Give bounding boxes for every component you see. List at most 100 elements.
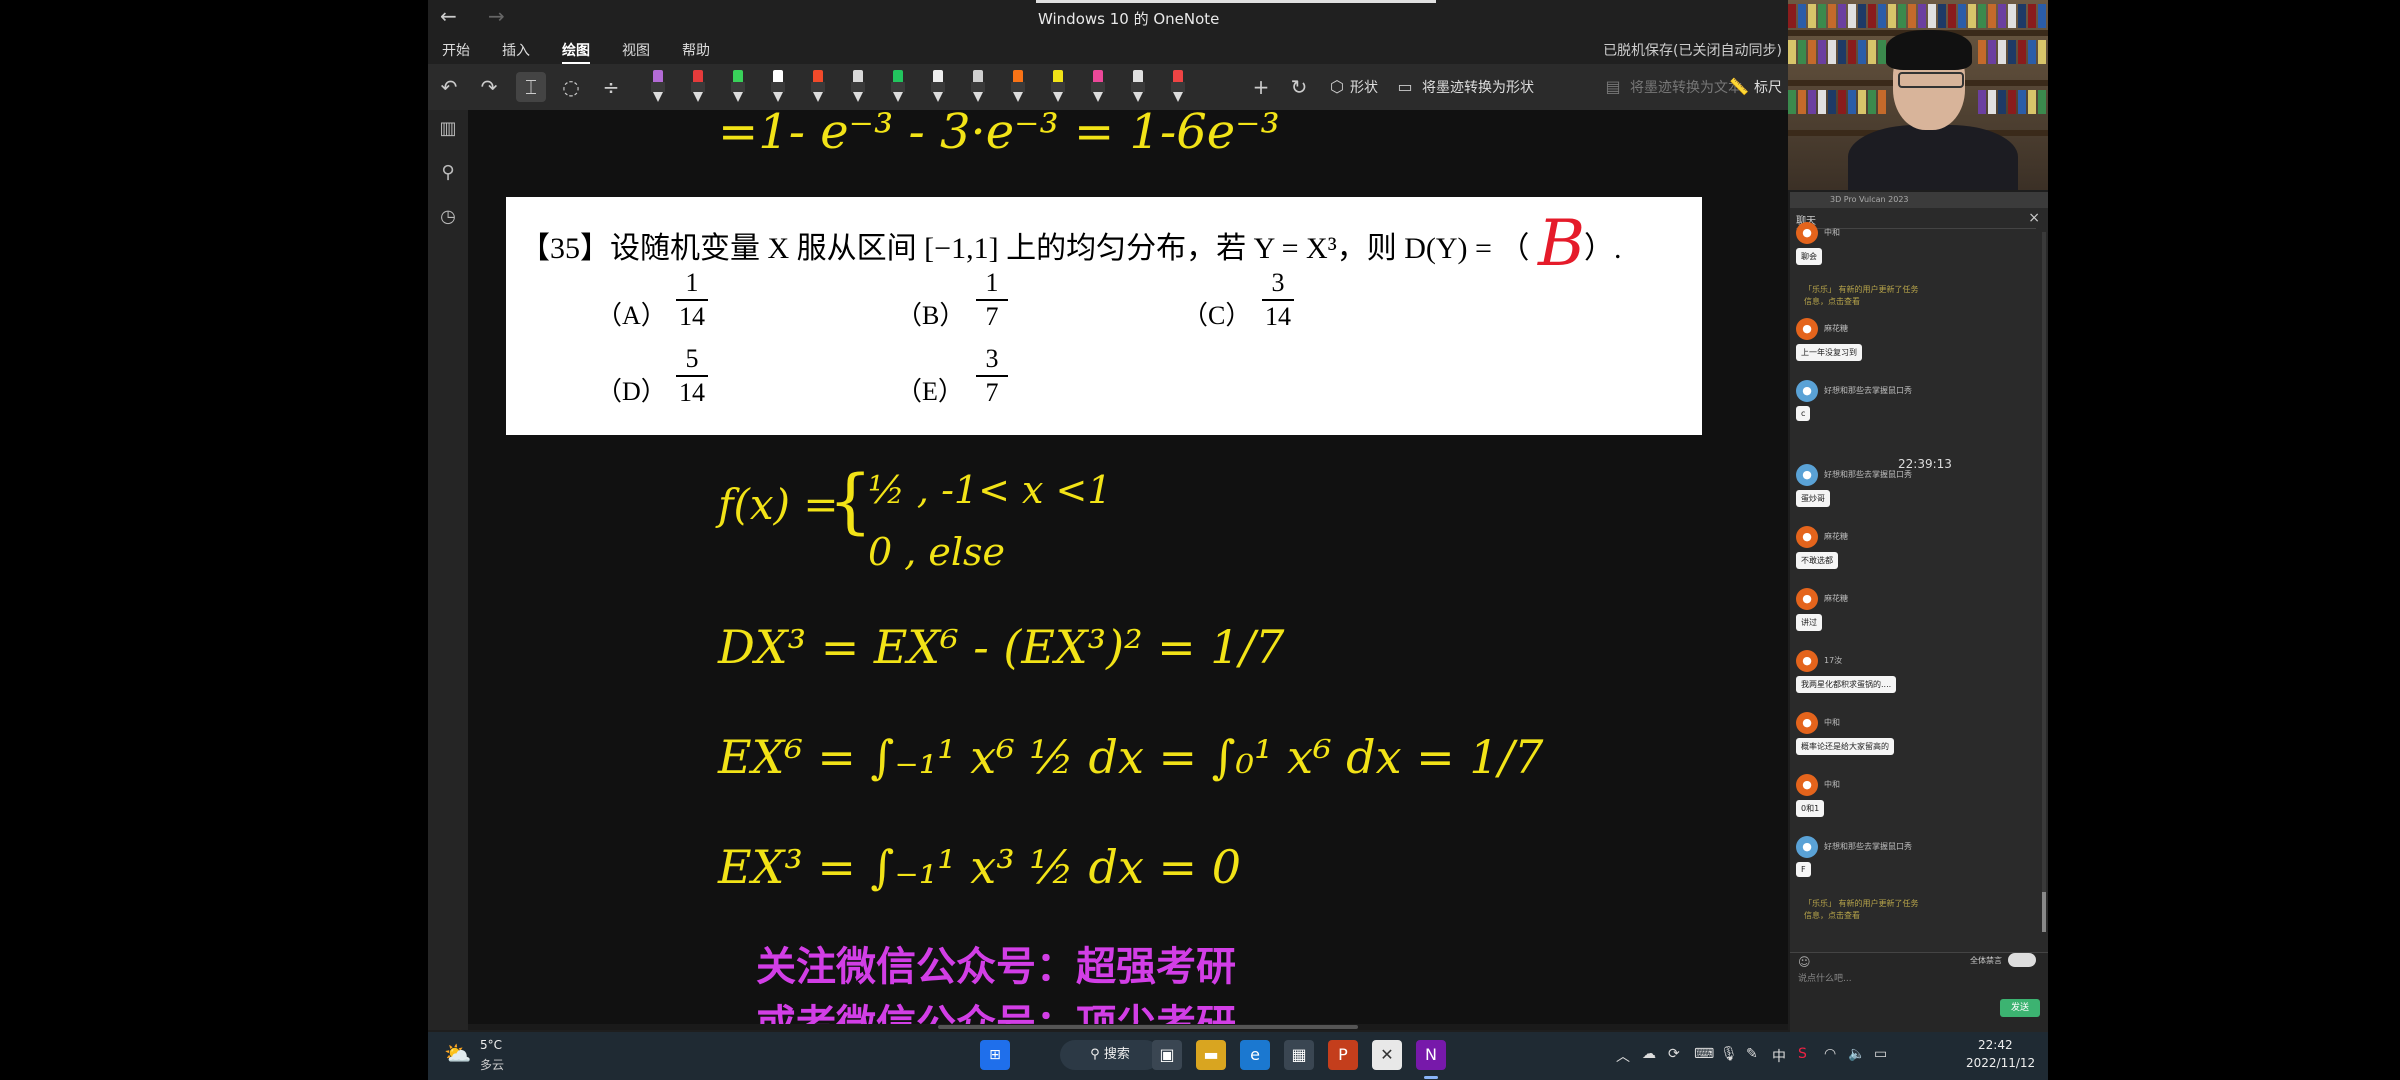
edge-icon[interactable]: e <box>1240 1040 1270 1070</box>
handwritten-ex3-line: EX³ = ∫₋₁¹ x³ ½ dx = 0 <box>718 840 1241 894</box>
pen-14[interactable] <box>1170 70 1186 104</box>
shapes-button[interactable]: 形状 <box>1350 77 1378 97</box>
lasso-select-icon[interactable]: ◌ <box>556 72 586 102</box>
chat-username[interactable]: 中和 <box>1824 779 1840 790</box>
scrollbar-thumb[interactable] <box>938 1025 1358 1029</box>
pen-7[interactable] <box>890 70 906 104</box>
taskbar-search[interactable]: ⚲ 搜索 <box>1060 1040 1160 1070</box>
chat-username[interactable]: 麻花糖 <box>1824 531 1848 542</box>
chat-bubble: 0和1 <box>1796 800 1825 817</box>
avatar[interactable]: ● <box>1796 222 1818 244</box>
pen-1[interactable] <box>650 70 666 104</box>
start-icon[interactable]: ⊞ <box>980 1040 1010 1070</box>
add-pen-icon[interactable]: + <box>1246 72 1276 102</box>
pen-9[interactable] <box>970 70 986 104</box>
avatar[interactable]: ● <box>1796 588 1818 610</box>
pen-13[interactable] <box>1130 70 1146 104</box>
system-notice-link[interactable]: 信息，点击查看 <box>1804 910 1860 921</box>
ink-to-text-icon[interactable]: ▤ <box>1598 72 1628 102</box>
chat-username[interactable]: 中和 <box>1824 717 1840 728</box>
pen-11[interactable] <box>1050 70 1066 104</box>
tab-insert[interactable]: 插入 <box>502 40 530 60</box>
shapes-icon[interactable]: ⬡ <box>1322 72 1352 102</box>
pen-8[interactable] <box>930 70 946 104</box>
sync-icon[interactable]: ⟳ <box>1668 1046 1680 1062</box>
microphone-icon[interactable]: 🎙 <box>1720 1046 1738 1062</box>
pen-icon[interactable]: ✎ <box>1746 1046 1758 1062</box>
book <box>1988 4 1996 28</box>
notebooks-icon[interactable]: ▥ <box>436 118 460 142</box>
chevron-up-icon[interactable]: ︿ <box>1616 1046 1630 1066</box>
chat-username[interactable]: 17汝 <box>1824 655 1842 666</box>
system-notice-link[interactable]: 信息，点击查看 <box>1804 296 1860 307</box>
chat-username[interactable]: 中和 <box>1824 227 1840 238</box>
ruler-icon[interactable]: 📏 <box>1724 72 1754 102</box>
onenote-icon[interactable]: N <box>1416 1040 1446 1070</box>
chat-username[interactable]: 好想和那些去掌握鼠口秀 <box>1824 841 1912 852</box>
back-arrow-icon[interactable]: ← <box>440 4 457 28</box>
ime-indicator[interactable]: 中 <box>1772 1046 1786 1066</box>
search-icon[interactable]: ⚲ <box>436 162 460 186</box>
avatar[interactable]: ● <box>1796 650 1818 672</box>
forward-arrow-icon[interactable]: → <box>488 4 505 28</box>
clock-time[interactable]: 22:42 <box>1978 1038 2013 1052</box>
tab-draw[interactable]: 绘图 <box>562 40 590 65</box>
avatar[interactable]: ● <box>1796 836 1818 858</box>
fraction: 17 <box>972 267 1012 333</box>
pen-5[interactable] <box>810 70 826 104</box>
send-button[interactable]: 发送 <box>2000 999 2040 1017</box>
page-canvas[interactable]: =1- e⁻³ - 3·e⁻³ = 1-6e⁻³ 【35】设随机变量 X 服从区… <box>468 110 1788 1030</box>
powerpoint-icon[interactable]: P <box>1328 1040 1358 1070</box>
tab-view[interactable]: 视图 <box>622 40 650 60</box>
pen-4[interactable] <box>770 70 786 104</box>
chat-username[interactable]: 麻花糖 <box>1824 593 1848 604</box>
chat-username[interactable]: 好想和那些去掌握鼠口秀 <box>1824 385 1912 396</box>
close-icon[interactable]: × <box>2028 210 2040 226</box>
sync-status: 已脱机保存(已关闭自动同步) <box>1603 43 1782 59</box>
pen-2[interactable] <box>690 70 706 104</box>
avatar[interactable]: ● <box>1796 774 1818 796</box>
avatar[interactable]: ● <box>1796 380 1818 402</box>
book <box>1828 4 1836 28</box>
task-view-icon[interactable]: ▣ <box>1152 1040 1182 1070</box>
tab-home[interactable]: 开始 <box>442 40 470 60</box>
ink-replay-icon[interactable]: ↻ <box>1284 72 1314 102</box>
chat-username[interactable]: 麻花糖 <box>1824 323 1848 334</box>
pen-3[interactable] <box>730 70 746 104</box>
antivirus-icon[interactable]: S <box>1798 1046 1807 1062</box>
avatar[interactable]: ● <box>1796 712 1818 734</box>
wifi-icon[interactable]: ◠ <box>1824 1046 1836 1062</box>
app-icon[interactable]: ✕ <box>1372 1040 1402 1070</box>
ink-to-shape-icon[interactable]: ▭ <box>1390 72 1420 102</box>
weather-cloud-icon[interactable]: ⛅ <box>444 1042 471 1067</box>
chat-scrollbar[interactable] <box>2042 232 2046 932</box>
pen-12[interactable] <box>1090 70 1106 104</box>
avatar[interactable]: ● <box>1796 526 1818 548</box>
ruler-button[interactable]: 标尺 <box>1754 77 1782 97</box>
redo-icon[interactable]: ↷ <box>474 72 504 102</box>
add-space-icon[interactable]: ÷ <box>596 72 626 102</box>
store-icon[interactable]: ▦ <box>1284 1040 1314 1070</box>
horizontal-scrollbar[interactable] <box>468 1024 1788 1030</box>
undo-icon[interactable]: ↶ <box>434 72 464 102</box>
book <box>1998 90 2006 114</box>
battery-icon[interactable]: ▭ <box>1874 1046 1887 1062</box>
tab-help[interactable]: 帮助 <box>682 40 710 60</box>
keyboard-icon[interactable]: ⌨ <box>1694 1046 1714 1062</box>
volume-icon[interactable]: 🔈 <box>1848 1046 1865 1062</box>
book <box>1808 40 1816 64</box>
file-explorer-icon[interactable]: ▬ <box>1196 1040 1226 1070</box>
scrollbar-thumb[interactable] <box>2042 892 2046 932</box>
pen-6[interactable] <box>850 70 866 104</box>
text-select-icon[interactable]: ⌶ <box>516 72 546 102</box>
chat-input[interactable]: 说点什么吧... <box>1798 971 1852 984</box>
recent-icon[interactable]: ◷ <box>436 206 460 230</box>
clock-date[interactable]: 2022/11/12 <box>1966 1056 2035 1070</box>
mute-all-toggle[interactable] <box>2008 953 2036 967</box>
avatar[interactable]: ● <box>1796 464 1818 486</box>
onedrive-icon[interactable]: ☁ <box>1642 1046 1656 1062</box>
emoji-icon[interactable]: ☺ <box>1798 955 1811 969</box>
avatar[interactable]: ● <box>1796 318 1818 340</box>
pen-10[interactable] <box>1010 70 1026 104</box>
ink-to-shape-button[interactable]: 将墨迹转换为形状 <box>1422 77 1534 97</box>
